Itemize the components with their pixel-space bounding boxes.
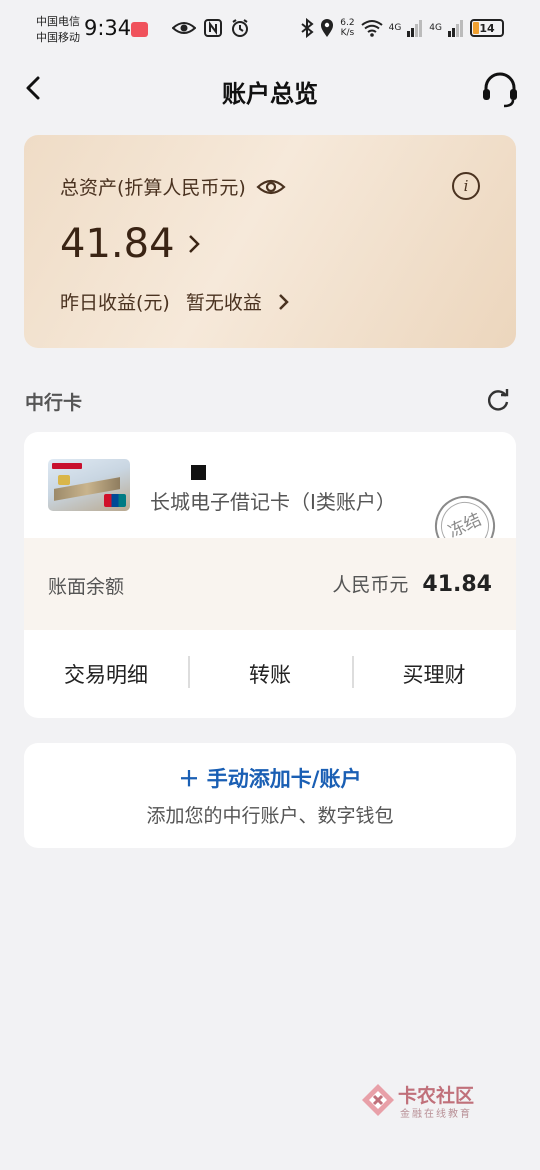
total-assets-card: 总资产(折算人民币元) i 41.84 昨日收益(元) 暂无收益 <box>24 135 516 348</box>
balance-currency: 人民币元 <box>332 574 409 596</box>
battery-level: 14 <box>479 21 495 35</box>
page-title: 账户总览 <box>222 80 318 108</box>
bluetooth-icon <box>301 18 314 38</box>
carrier-info: 中国电信 中国移动 <box>36 14 80 46</box>
net-speed-unit: K/s <box>340 28 355 38</box>
bank-logo <box>52 463 82 469</box>
redaction-mark <box>191 465 206 480</box>
balance-value: 人民币元 41.84 <box>332 570 492 597</box>
eye-protection-icon <box>172 22 196 34</box>
total-assets-label: 总资产(折算人民币元) <box>60 177 246 199</box>
wifi-icon <box>360 20 383 37</box>
yesterday-earnings-row[interactable]: 昨日收益(元) 暂无收益 <box>60 288 290 315</box>
signal-1-label: 4G <box>388 23 402 33</box>
signal-bars-2-icon <box>448 20 463 37</box>
total-assets-amount-row[interactable]: 41.84 <box>60 221 201 267</box>
card-name[interactable]: 长城电子借记卡（I类账户） <box>150 486 396 515</box>
watermark: 卡农社区 金融在线教育 <box>358 1080 488 1120</box>
status-bar: 中国电信 中国移动 9:34 6.2 K/s 4G 4G 14 <box>0 0 540 60</box>
signal-bars-1-icon <box>407 20 423 37</box>
total-assets-label-row[interactable]: 总资产(折算人民币元) <box>60 173 286 200</box>
add-card-button[interactable]: ＋ 手动添加卡/账户 添加您的中行账户、数字钱包 <box>24 743 516 848</box>
signal-2: 4G <box>429 23 442 33</box>
chevron-right-icon <box>188 235 200 253</box>
status-icons-left <box>172 18 250 38</box>
customer-service-icon[interactable] <box>480 70 520 110</box>
nfc-icon <box>204 19 222 37</box>
alarm-icon <box>232 19 248 37</box>
carrier-2: 中国移动 <box>36 31 80 44</box>
yesterday-earnings-value: 暂无收益 <box>185 292 262 314</box>
unionpay-logo <box>104 494 126 507</box>
refresh-icon[interactable] <box>485 388 511 414</box>
boc-card-section-header: 中行卡 <box>25 388 515 414</box>
watermark-logo-icon <box>362 1084 394 1116</box>
card-action-row: 交易明细 转账 买理财 <box>24 630 516 718</box>
total-assets-amount: 41.84 <box>60 221 175 267</box>
balance-label: 账面余额 <box>48 576 125 598</box>
eye-visibility-icon[interactable] <box>256 177 286 197</box>
add-card-title: ＋ 手动添加卡/账户 <box>178 767 362 791</box>
yesterday-earnings-label: 昨日收益(元) <box>60 292 170 314</box>
watermark-subtitle: 金融在线教育 <box>400 1109 472 1120</box>
buy-wealth-product-button[interactable]: 买理财 <box>352 656 516 689</box>
section-title: 中行卡 <box>25 392 83 414</box>
watermark-title: 卡农社区 <box>398 1085 475 1107</box>
carrier-1: 中国电信 <box>36 15 80 28</box>
balance-amount: 41.84 <box>422 572 492 597</box>
add-card-subtitle: 添加您的中行账户、数字钱包 <box>146 805 394 827</box>
transaction-details-button[interactable]: 交易明细 <box>24 659 188 689</box>
transfer-button[interactable]: 转账 <box>188 656 352 689</box>
signal-1: 4G <box>389 23 402 33</box>
battery-icon: 14 <box>470 19 504 37</box>
balance-row: 账面余额 人民币元 41.84 <box>24 538 516 630</box>
app-notification-icon <box>131 22 148 37</box>
bank-card-panel: 长城电子借记卡（I类账户） 冻结 账面余额 人民币元 41.84 交易明细 转账… <box>24 432 516 718</box>
info-icon[interactable]: i <box>452 172 480 200</box>
status-time: 9:34 <box>84 16 132 40</box>
card-chip <box>58 475 70 485</box>
bank-card-image <box>48 459 130 511</box>
chevron-right-icon <box>278 293 289 310</box>
status-icons-right: 6.2 K/s 4G 4G 14 <box>300 18 504 38</box>
net-speed-value: 6.2 <box>340 18 355 28</box>
signal-2-label: 4G <box>429 23 442 33</box>
nav-bar: 账户总览 <box>0 60 540 116</box>
net-speed: 6.2 K/s <box>340 18 354 38</box>
location-icon <box>321 19 334 37</box>
